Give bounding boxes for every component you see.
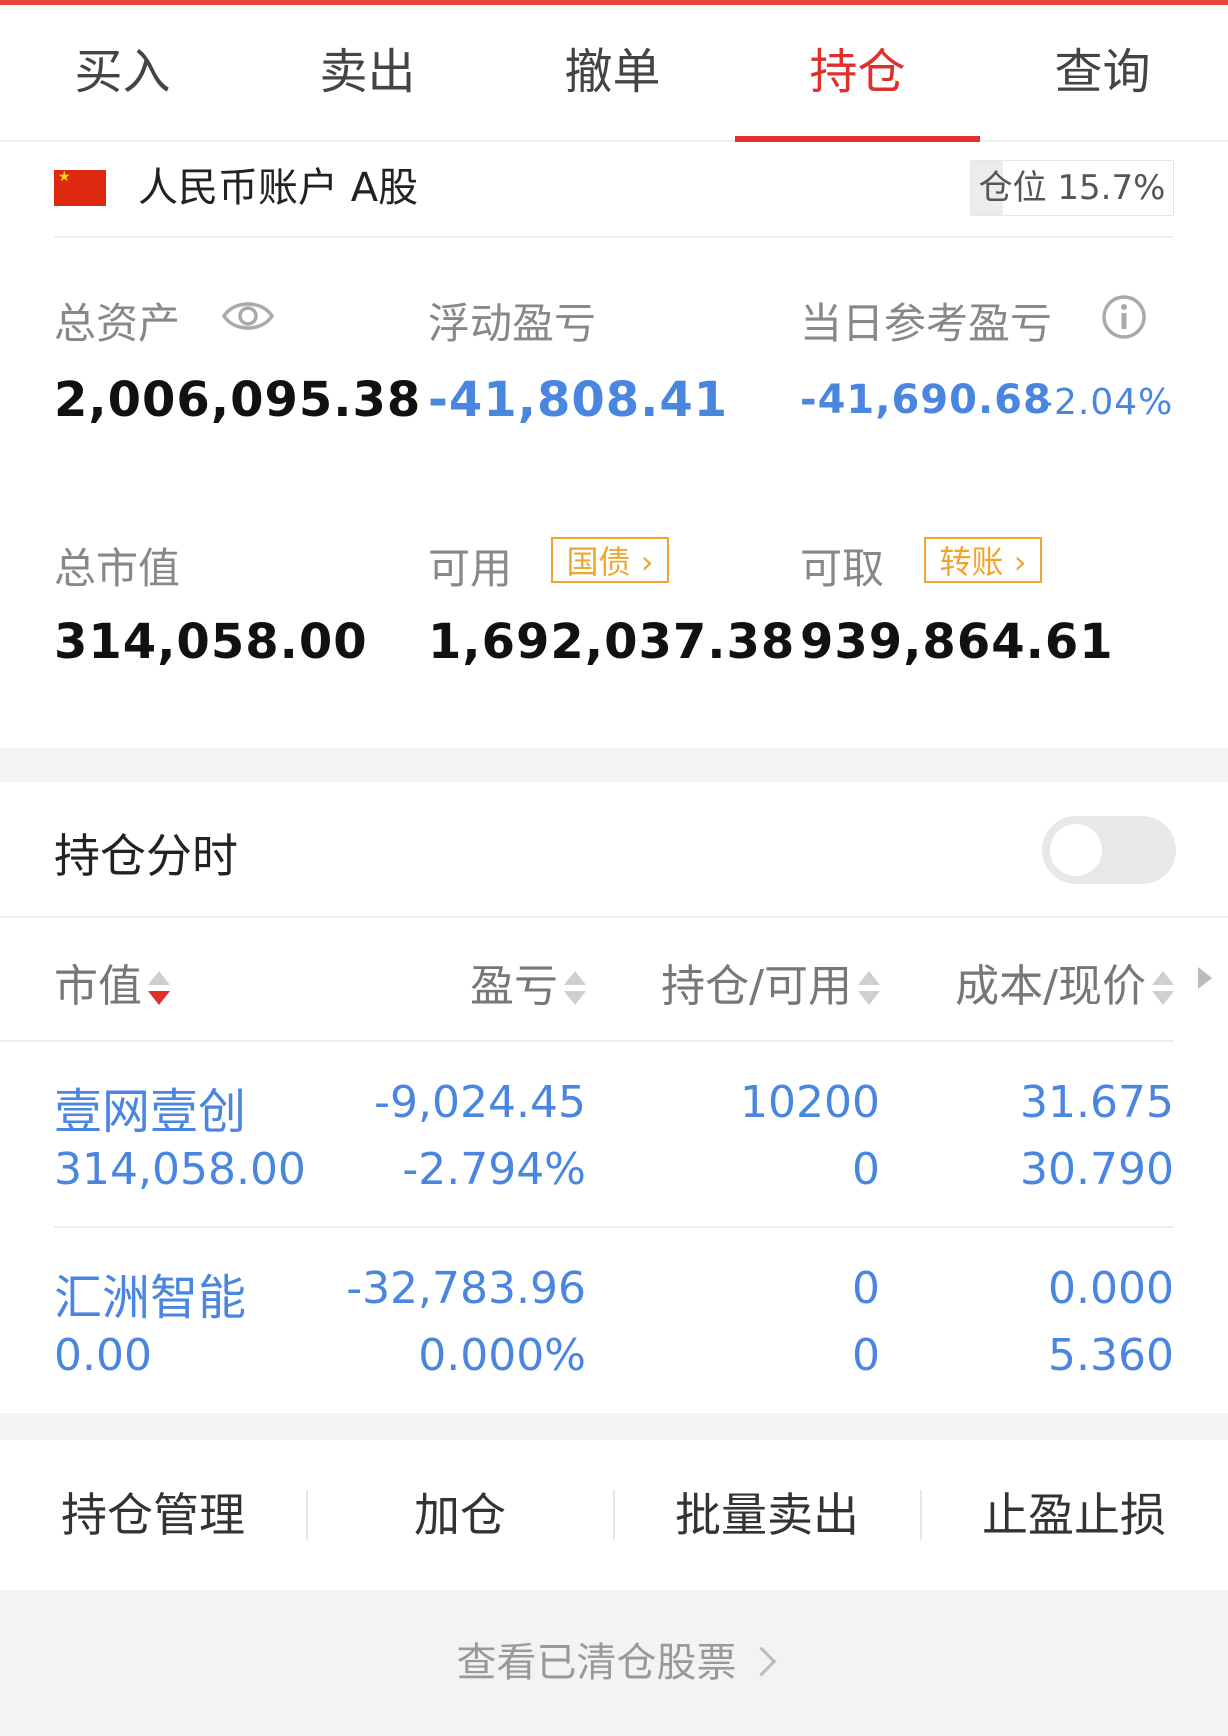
section-divider (0, 748, 1228, 782)
header-cost-label: 成本/现价 (955, 961, 1146, 1012)
withdrawable-label: 可取 (800, 544, 885, 593)
view-cleared-stocks-label: 查看已清仓股票 (456, 1640, 737, 1686)
treasury-bond-label: 国债 (566, 543, 631, 581)
header-market-value-label: 市值 (54, 961, 142, 1012)
header-position-available[interactable]: 持仓/可用 (661, 950, 880, 1014)
tab-cancel-order[interactable]: 撤单 (490, 5, 735, 140)
stock-name: 壹网壹创 (54, 1084, 247, 1140)
stock-pl: -32,783.96 (346, 1263, 586, 1314)
stock-position: 10200 (740, 1077, 880, 1128)
sort-icon (564, 969, 586, 1009)
chevron-right-icon (746, 1646, 776, 1676)
divider (0, 1040, 1174, 1042)
transfer-button[interactable]: 转账 › (924, 537, 1042, 583)
header-pl-label: 盈亏 (470, 961, 558, 1012)
tab-query[interactable]: 查询 (980, 5, 1225, 140)
header-pl[interactable]: 盈亏 (470, 950, 586, 1014)
add-position-button[interactable]: 加仓 (307, 1440, 613, 1590)
account-row: 人民币账户 A股 仓位 15.7% (54, 140, 1174, 238)
header-position-label: 持仓/可用 (661, 961, 852, 1012)
float-pl-label: 浮动盈亏 (428, 299, 597, 348)
available-label: 可用 (428, 544, 513, 593)
trade-tabs: 买入 卖出 撤单 持仓 查询 (0, 5, 1228, 142)
stock-pl: -9,024.45 (374, 1077, 586, 1128)
total-assets-value: 2,006,095.38 (54, 372, 422, 428)
day-pl-percent: -2.04% (1040, 382, 1174, 423)
scroll-right-icon[interactable] (1198, 967, 1212, 989)
stock-pl-percent: 0.000% (418, 1330, 586, 1381)
stock-name: 汇洲智能 (54, 1270, 247, 1326)
stock-pl-percent: -2.794% (402, 1144, 586, 1195)
stock-price: 5.360 (1048, 1330, 1174, 1381)
day-pl-label: 当日参考盈亏 (800, 299, 1053, 348)
transfer-label: 转账 (939, 543, 1004, 581)
position-management-button[interactable]: 持仓管理 (0, 1440, 306, 1590)
info-icon[interactable] (1101, 294, 1147, 340)
tab-buy[interactable]: 买入 (0, 5, 245, 140)
tab-positions[interactable]: 持仓 (735, 5, 980, 142)
sort-desc-icon (148, 969, 170, 1009)
total-assets-label: 总资产 (54, 299, 181, 348)
footer: 查看已清仓股票 (0, 1590, 1228, 1736)
withdrawable-value: 939,864.61 (800, 614, 1114, 670)
header-cost-price[interactable]: 成本/现价 (955, 950, 1174, 1014)
stop-profit-loss-button[interactable]: 止盈止损 (921, 1440, 1227, 1590)
available-value: 1,692,037.38 (428, 614, 796, 670)
day-pl-value: -41,690.68 (800, 377, 1052, 423)
header-market-value[interactable]: 市值 (54, 950, 170, 1014)
position-timeline-label: 持仓分时 (54, 829, 238, 883)
stock-available: 0 (852, 1144, 880, 1195)
position-ratio-label: 仓位 15.7% (978, 168, 1166, 208)
stock-cost: 0.000 (1048, 1263, 1174, 1314)
divider (54, 1226, 1174, 1228)
toggle-knob (1050, 824, 1102, 876)
stock-market-value: 0.00 (54, 1330, 152, 1381)
stock-cost: 31.675 (1020, 1077, 1174, 1128)
china-flag-icon (54, 170, 106, 206)
market-value-label: 总市值 (54, 544, 181, 593)
view-cleared-stocks-link[interactable]: 查看已清仓股票 (0, 1630, 1228, 1688)
stock-market-value: 314,058.00 (54, 1144, 306, 1195)
stock-price: 30.790 (1020, 1144, 1174, 1195)
tab-sell[interactable]: 卖出 (245, 5, 490, 140)
section-divider (0, 1413, 1228, 1440)
position-timeline-toggle[interactable] (1042, 816, 1176, 884)
treasury-bond-button[interactable]: 国债 › (551, 537, 669, 583)
position-ratio-badge: 仓位 15.7% (970, 160, 1174, 216)
account-name: 人民币账户 A股 (138, 165, 419, 211)
stock-available: 0 (852, 1330, 880, 1381)
market-value-value: 314,058.00 (54, 614, 368, 670)
sort-icon (858, 969, 880, 1009)
divider (0, 916, 1228, 918)
batch-sell-button[interactable]: 批量卖出 (614, 1440, 920, 1590)
eye-icon[interactable] (222, 296, 274, 336)
sort-icon (1152, 969, 1174, 1009)
stock-position: 0 (852, 1263, 880, 1314)
float-pl-value: -41,808.41 (428, 372, 729, 428)
